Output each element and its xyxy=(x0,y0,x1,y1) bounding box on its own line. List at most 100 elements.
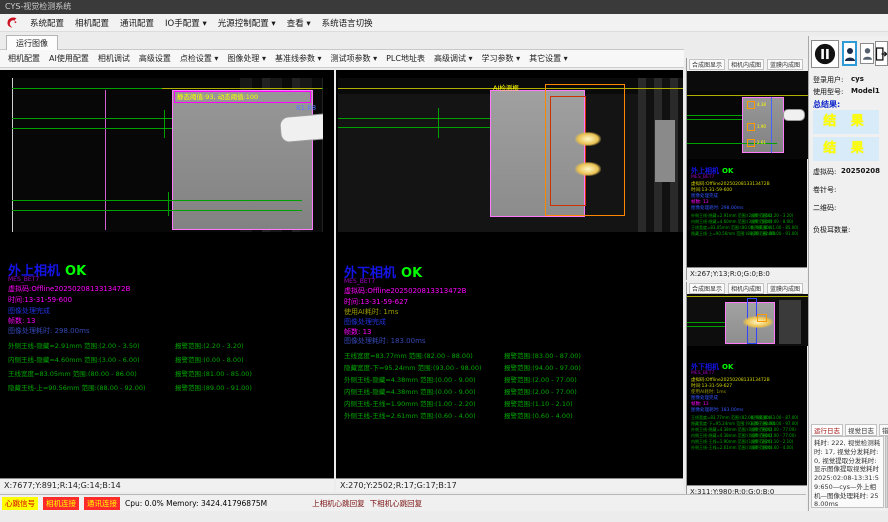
tool-plc-address[interactable]: PLC地址表 xyxy=(386,53,425,64)
mini-tab-camera[interactable]: 相机内成图 xyxy=(728,59,764,70)
model-label: 使用型号: xyxy=(813,87,843,97)
result-ok-badge: OK xyxy=(722,167,733,175)
mes-status: MES_BET7 xyxy=(344,278,375,285)
tool-spot-check[interactable]: 点检设置 ▾ xyxy=(180,53,219,64)
menu-camera-config[interactable]: 相机配置 xyxy=(75,17,109,29)
tool-bar: 相机配置 AI使用配置 相机调试 高级设置 点检设置 ▾ 图像处理 ▾ 基准线参… xyxy=(0,50,684,68)
result-status-box-2: 结 果 xyxy=(813,137,879,161)
result-status-box-1: 结 果 xyxy=(813,110,879,134)
mes-status: MES_BET7 xyxy=(8,276,39,283)
measurement-row: 外侧王线-隐藏=4.38mm 范围:(0.00 - 9.00) xyxy=(344,374,476,384)
mini-tab-camera[interactable]: 相机内成图 xyxy=(728,283,764,294)
measurement-row: 隐藏王线-上=90.56mm 范围:(88.00 - 92.00) xyxy=(8,382,146,392)
result-ok-badge: OK xyxy=(401,266,422,281)
left-camera-panel: 静态阈值:93, 动态阈值:100 81.88 外上相机OK MES_BET7 … xyxy=(0,70,334,492)
mini-tab-film[interactable]: 蓝膜内成图 xyxy=(767,283,803,294)
baseline-yellow xyxy=(162,88,322,89)
pause-icon xyxy=(814,43,836,65)
menu-system-config[interactable]: 系统配置 xyxy=(30,17,64,29)
mini-tab-composite[interactable]: 合成图显示 xyxy=(689,59,725,70)
left-camera-image[interactable]: 静态阈值:93, 动态阈值:100 81.88 xyxy=(12,78,323,232)
mini-panel-bottom: 合成图显示 相机内成图 蓝膜内成图 外下相机OK MES_BET7 虚拟码:Of… xyxy=(686,282,807,498)
window-titlebar: CYS-视觉检测系统 xyxy=(0,0,888,14)
measurement-row: 王线宽度=83.05mm 范围:(80.00 - 86.00) xyxy=(8,368,137,378)
tool-other-settings[interactable]: 其它设置 ▾ xyxy=(529,53,568,64)
camera-connection-badge: 相机连接 xyxy=(43,497,79,510)
barcode-line: 虚拟码:Offline2025020813313472B xyxy=(8,284,130,294)
mes-status: MES_BET7 xyxy=(691,371,714,376)
pause-button[interactable] xyxy=(811,40,839,68)
control-panel: 登录用户: cys 使用型号: Model1 总结果: 结 果 结 果 虚拟码:… xyxy=(808,36,888,511)
measure-tick-green xyxy=(164,110,165,138)
alarm-range: 报警范围:(1.10 - 2.10) xyxy=(504,398,573,408)
elapsed-line: 图像处理耗时: 183.00ms xyxy=(344,336,426,346)
detect-box xyxy=(747,101,755,109)
mini-camera-image-bottom[interactable] xyxy=(687,294,808,346)
menu-language-switch[interactable]: 系统语言切换 xyxy=(322,17,373,29)
elapsed-line: 图像处理耗时: 298.00ms xyxy=(691,205,743,211)
detect-box xyxy=(747,139,755,147)
middle-camera-image[interactable]: AI检测框 xyxy=(338,78,683,232)
gripper-object xyxy=(783,109,805,121)
heartbeat-badge: 心跳信号 xyxy=(2,497,38,510)
separator-magenta-line xyxy=(105,90,106,230)
done-line: 图像处理完成 xyxy=(344,317,386,327)
threshold-label: 静态阈值:93, 动态阈值:100 xyxy=(175,92,310,102)
tool-camera-config[interactable]: 相机配置 xyxy=(8,53,40,64)
log-tab-run[interactable]: 运行日志 xyxy=(811,424,843,436)
alarm-range: 报警范围:(89.00 - 91.00) xyxy=(751,231,798,237)
tool-test-params[interactable]: 测试项参数 ▾ xyxy=(331,53,378,64)
barcode-line: 虚拟码:Offline2025020813313472B xyxy=(344,286,466,296)
camera-name: 外下相机 xyxy=(691,363,719,371)
tool-learn-params[interactable]: 学习参数 ▾ xyxy=(482,53,521,64)
detect-value: 1.90 xyxy=(757,124,766,129)
machine-band xyxy=(687,71,808,91)
status-bar: 心跳信号 相机连接 通讯连接 Cpu: 0.0% Memory: 3424.41… xyxy=(0,494,806,511)
mini-camera-image-top[interactable]: 4.38 1.90 2.61 xyxy=(687,71,808,159)
tool-camera-debug[interactable]: 相机调试 xyxy=(98,53,130,64)
measure-line-green xyxy=(687,119,742,120)
menu-view[interactable]: 查看 ▾ xyxy=(287,17,311,29)
mini-tab-film[interactable]: 蓝膜内成图 xyxy=(767,59,803,70)
alarm-range: 报警范围:(0.60 - 4.00) xyxy=(504,410,573,420)
cursor-readout: X:270;Y:2502;R:17;G:17;B:17 xyxy=(336,478,683,492)
menu-comm-config[interactable]: 通讯配置 xyxy=(120,17,154,29)
alarm-range: 报警范围:(2.20 - 3.20) xyxy=(175,340,244,350)
tool-ai-config[interactable]: AI使用配置 xyxy=(49,53,89,64)
log-tab-error[interactable]: 错误日志 xyxy=(879,424,888,436)
alarm-range: 报警范围:(2.00 - 77.00) xyxy=(504,386,577,396)
elapsed-line: 图像处理耗时: 298.00ms xyxy=(8,326,90,336)
window-title: CYS-视觉检测系统 xyxy=(5,2,71,11)
pin-number-label: 卷针号: xyxy=(813,185,836,195)
threshold-box: 静态阈值:93, 动态阈值:100 xyxy=(174,91,311,103)
mini-panel-top: 合成图显示 相机内成图 蓝膜内成图 4.38 1.90 2.61 外上相机OK … xyxy=(686,58,807,280)
upper-camera-heartbeat[interactable]: 上相机心跳回复 xyxy=(312,498,365,509)
lower-camera-heartbeat[interactable]: 下相机心跳回复 xyxy=(370,498,423,509)
tool-image-processing[interactable]: 图像处理 ▾ xyxy=(227,53,266,64)
menu-io-config[interactable]: IO手配置 ▾ xyxy=(165,17,207,29)
user-button[interactable] xyxy=(860,43,874,64)
detect-box xyxy=(747,123,755,131)
login-user-button[interactable] xyxy=(842,41,857,66)
frames-line: 帧数: 13 xyxy=(8,316,36,326)
measure-tick-green xyxy=(438,108,439,138)
result-ok-badge: OK xyxy=(65,264,86,279)
tab-highlight-blob xyxy=(575,162,601,176)
result-ok-badge: OK xyxy=(722,363,733,371)
measurement-row: 内侧王线-隐藏=4.60mm 范围:(3.00 - 6.00) xyxy=(8,354,140,364)
inner-detection-box xyxy=(550,96,586,206)
tool-baseline-params[interactable]: 基准线参数 ▾ xyxy=(275,53,322,64)
alarm-range: 报警范围:(94.00 - 97.00) xyxy=(504,362,581,372)
log-tab-vision[interactable]: 视觉日志 xyxy=(845,424,877,436)
measure-line-green xyxy=(338,118,490,119)
alarm-range: 报警范围:(2.00 - 77.00) xyxy=(504,374,577,384)
bright-machine-part xyxy=(655,120,675,182)
vcode-label: 虚拟码: xyxy=(813,167,836,177)
tool-advanced-debug[interactable]: 高级调试 ▾ xyxy=(434,53,473,64)
done-line: 图像处理完成 xyxy=(8,306,50,316)
mini-tab-composite[interactable]: 合成图显示 xyxy=(689,283,725,294)
menu-light-config[interactable]: 光源控制配置 ▾ xyxy=(218,17,276,29)
user-icon xyxy=(863,47,872,60)
tool-advanced-settings[interactable]: 高级设置 xyxy=(139,53,171,64)
logout-button[interactable] xyxy=(875,41,888,66)
